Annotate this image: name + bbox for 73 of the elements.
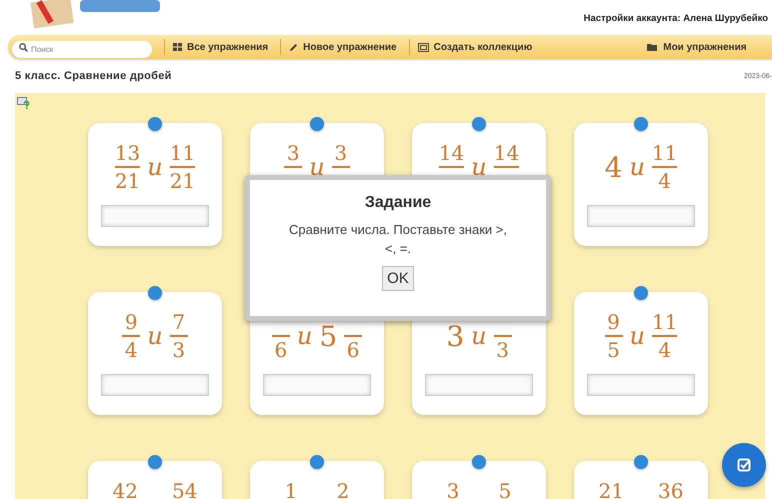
- math-text: 42: [112, 479, 138, 499]
- math-text: 4: [658, 338, 672, 362]
- math-text: и: [630, 322, 645, 350]
- dialog-title: Задание: [364, 194, 432, 212]
- math-text: и: [471, 153, 487, 181]
- math-text: 5: [498, 479, 512, 499]
- math-text: 3: [334, 141, 348, 165]
- math-text: 4: [604, 150, 622, 184]
- math-text: 11: [652, 141, 678, 165]
- pin-icon: [310, 455, 324, 469]
- math-text: 11: [170, 141, 196, 165]
- math-text: 21: [170, 169, 196, 193]
- math-text: 5: [607, 338, 620, 362]
- math-text: 3: [446, 320, 464, 352]
- math-text: и: [147, 153, 163, 181]
- dialog-message: Сравните числа. Поставьте знаки >, <, =.: [288, 221, 508, 258]
- pin-icon: [634, 117, 648, 131]
- check-button[interactable]: [722, 443, 766, 487]
- pin-icon: [634, 286, 648, 300]
- grid-icon: [173, 43, 182, 51]
- math-text: 1: [284, 479, 298, 499]
- math-text: 3: [286, 141, 300, 165]
- math-text: 9: [124, 310, 138, 334]
- checkbox-icon: [737, 458, 751, 472]
- search-field[interactable]: Поиск: [12, 40, 152, 58]
- answer-field[interactable]: [101, 205, 209, 227]
- math-text: 6: [274, 338, 288, 362]
- help-icon[interactable]: [17, 97, 30, 109]
- pin-icon: [310, 117, 324, 131]
- math-text: 3: [446, 479, 460, 499]
- math-text: 4: [124, 338, 138, 362]
- account-settings-link[interactable]: Настройки аккаунта: Алена Шурубейко: [584, 13, 768, 24]
- ok-button[interactable]: OK: [382, 266, 414, 291]
- math-text: 14: [438, 141, 464, 165]
- pencil-icon: [289, 42, 298, 52]
- math-text: 21: [598, 479, 624, 499]
- math-text: и: [629, 153, 645, 181]
- math-text: и: [296, 322, 312, 350]
- pin-icon: [472, 455, 486, 469]
- collection-icon: [418, 42, 429, 52]
- math-text: 6: [346, 338, 360, 362]
- math-text: 3: [172, 338, 186, 362]
- math-text: 21: [114, 169, 140, 193]
- exercise-title: 5 класс. Сравнение дробей: [15, 70, 172, 82]
- math-text: 5: [319, 320, 338, 352]
- pin-icon: [148, 286, 162, 300]
- math-text: 13: [114, 141, 140, 165]
- folder-icon: [647, 43, 658, 51]
- math-text: 14: [494, 141, 520, 165]
- nav-link[interactable]: Новое упражнение: [289, 42, 397, 52]
- math-text: и: [471, 322, 487, 350]
- nav-link[interactable]: Создать коллекцию: [418, 42, 532, 52]
- math-text: 4: [658, 169, 671, 193]
- pin-icon: [472, 117, 486, 131]
- math-text: 36: [658, 479, 684, 499]
- answer-field[interactable]: [587, 374, 695, 396]
- nav-link[interactable]: Все упражнения: [173, 42, 268, 52]
- math-text: 54: [172, 479, 198, 499]
- math-text: 2: [336, 479, 350, 499]
- math-text: 9: [607, 310, 620, 334]
- pin-icon: [148, 455, 162, 469]
- answer-field[interactable]: [263, 374, 371, 396]
- answer-field[interactable]: [101, 374, 209, 396]
- math-text: и: [309, 153, 325, 181]
- nav-link[interactable]: Мои упражнения: [647, 42, 747, 52]
- math-text: 11: [652, 310, 678, 334]
- answer-field[interactable]: [425, 374, 533, 396]
- answer-field[interactable]: [587, 205, 695, 227]
- math-text: и: [147, 322, 163, 350]
- math-text: 3: [496, 338, 509, 362]
- math-text: 7: [172, 310, 186, 334]
- pin-icon: [148, 117, 162, 131]
- pin-icon: [634, 455, 648, 469]
